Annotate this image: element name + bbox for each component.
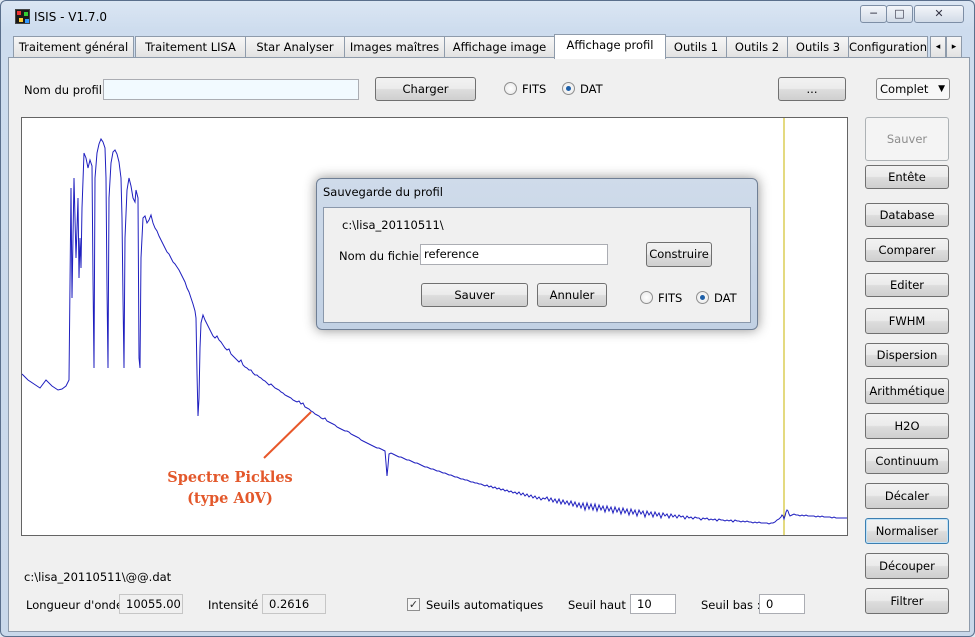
edit-button[interactable]: Editer — [865, 273, 949, 297]
fits-radio[interactable] — [504, 82, 517, 95]
tab-outils-2[interactable]: Outils 2 — [726, 36, 788, 58]
view-mode-select[interactable]: Complet ▼ — [876, 78, 950, 100]
tab-star-analyser[interactable]: Star Analyser — [245, 36, 345, 58]
dialog-path-label: c:\lisa_20110511\ — [342, 218, 444, 232]
maximize-icon: □ — [894, 7, 905, 20]
high-threshold-input[interactable]: 10 — [630, 594, 676, 614]
dialog-cancel-button[interactable]: Annuler — [537, 283, 607, 307]
tab-traitement-general[interactable]: Traitement général — [13, 36, 134, 58]
scroll-right-icon: ▸ — [951, 42, 957, 52]
intensity-label: Intensité : — [208, 598, 266, 612]
tab-affichage-profil[interactable]: Affichage profil — [554, 34, 666, 59]
view-mode-value: Complet — [880, 82, 929, 96]
profile-name-label: Nom du profil : — [24, 83, 110, 97]
dialog-title: Sauvegarde du profil — [323, 185, 443, 199]
continuum-button[interactable]: Continuum — [865, 448, 949, 474]
arithmetic-button[interactable]: Arithmétique — [865, 378, 949, 404]
dialog-dat-label: DAT — [714, 291, 737, 305]
wavelength-label: Longueur d'onde : — [26, 598, 131, 612]
tab-scroll-left-button[interactable]: ◂ — [930, 36, 946, 58]
dialog-dat-radio[interactable] — [696, 291, 709, 304]
dialog-fits-label: FITS — [658, 291, 683, 305]
tab-scroll-right-button[interactable]: ▸ — [946, 36, 962, 58]
fwhm-button[interactable]: FWHM — [865, 308, 949, 334]
auto-thresholds-checkbox[interactable]: ✓ — [407, 598, 420, 611]
annotation-text: Spectre Pickles (type A0V) — [150, 467, 310, 509]
low-threshold-input[interactable]: 0 — [759, 594, 805, 614]
low-threshold-label: Seuil bas : — [701, 598, 761, 612]
browse-button[interactable]: ... — [778, 77, 846, 101]
save-button[interactable]: Sauver — [865, 117, 949, 161]
minimize-button[interactable]: ─ — [860, 5, 887, 23]
crop-button[interactable]: Découper — [865, 553, 949, 579]
load-button[interactable]: Charger — [375, 77, 476, 101]
filename-input[interactable]: reference — [420, 244, 608, 265]
filename-label: Nom du fichier : — [339, 249, 432, 263]
file-path-label: c:\lisa_20110511\@@.dat — [24, 570, 172, 584]
tab-outils-1[interactable]: Outils 1 — [665, 36, 727, 58]
database-button[interactable]: Database — [865, 203, 949, 227]
auto-thresholds-label: Seuils automatiques — [426, 598, 544, 612]
filter-button[interactable]: Filtrer — [865, 588, 949, 614]
build-button[interactable]: Construire — [646, 242, 712, 267]
close-icon: ✕ — [934, 7, 944, 20]
dialog-body: c:\lisa_20110511\ Nom du fichier : refer… — [323, 207, 751, 323]
intensity-field: 0.2616 — [262, 594, 326, 614]
save-profile-dialog: Sauvegarde du profil c:\lisa_20110511\ N… — [316, 178, 758, 330]
normalize-button[interactable]: Normaliser — [865, 518, 949, 544]
annotation-line-2: (type A0V) — [187, 490, 273, 507]
dialog-save-button[interactable]: Sauver — [421, 283, 528, 307]
tab-outils-3[interactable]: Outils 3 — [787, 36, 849, 58]
tab-configuration[interactable]: Configuration — [848, 36, 928, 58]
minimize-icon: ─ — [870, 7, 877, 20]
maximize-button[interactable]: □ — [886, 5, 913, 23]
scroll-left-icon: ◂ — [935, 42, 941, 52]
dropdown-arrow-icon: ▼ — [938, 84, 945, 94]
profile-name-input[interactable] — [103, 79, 359, 100]
tab-strip: Traitement général Traitement LISA Star … — [8, 34, 970, 59]
close-button[interactable]: ✕ — [914, 5, 964, 23]
tab-images-maitres[interactable]: Images maîtres — [344, 36, 445, 58]
h2o-button[interactable]: H2O — [865, 413, 949, 439]
shift-button[interactable]: Décaler — [865, 483, 949, 509]
annotation-line-1: Spectre Pickles — [167, 469, 293, 486]
window-title: ISIS - V1.7.0 — [34, 10, 108, 24]
high-threshold-label: Seuil haut : — [568, 598, 634, 612]
tab-traitement-lisa[interactable]: Traitement LISA — [135, 36, 246, 58]
compare-button[interactable]: Comparer — [865, 238, 949, 262]
isis-app-icon — [15, 9, 30, 24]
dat-radio-label: DAT — [580, 82, 603, 96]
dialog-fits-radio[interactable] — [640, 291, 653, 304]
dispersion-button[interactable]: Dispersion — [865, 343, 949, 367]
tab-affichage-image[interactable]: Affichage image — [444, 36, 555, 58]
dat-radio[interactable] — [562, 82, 575, 95]
fits-radio-label: FITS — [522, 82, 547, 96]
wavelength-field: 10055.00 — [119, 594, 183, 614]
header-button[interactable]: Entête — [865, 165, 949, 189]
